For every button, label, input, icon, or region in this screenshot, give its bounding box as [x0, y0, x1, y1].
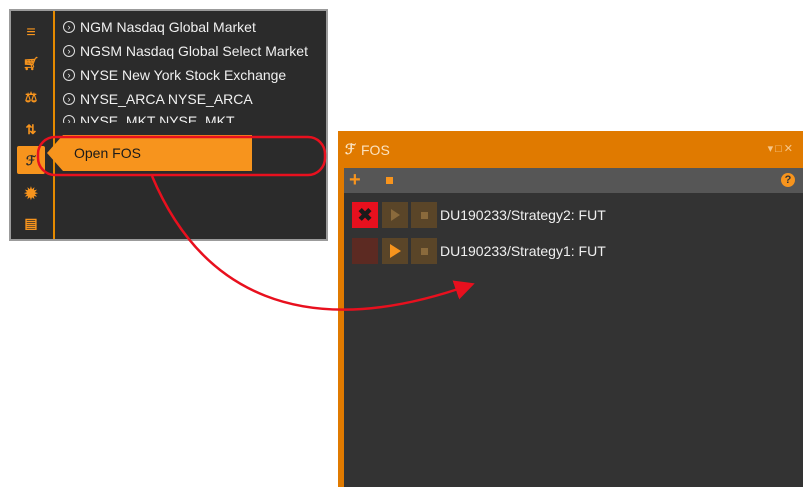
annotation-arrow — [150, 175, 475, 311]
highlight-ellipse — [36, 135, 327, 177]
annotation-overlay — [36, 135, 475, 311]
